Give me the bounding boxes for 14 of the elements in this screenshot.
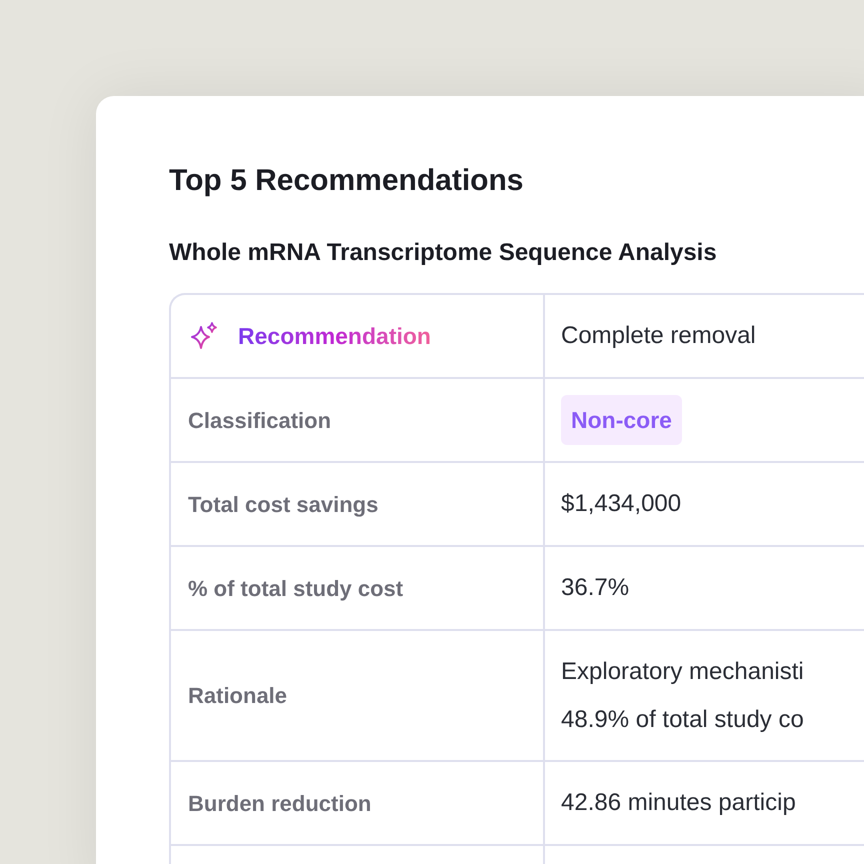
- row-label: % of total study cost: [188, 574, 404, 603]
- section-title: Whole mRNA Transcriptome Sequence Analysis: [169, 238, 718, 268]
- card-title: Top 5 Recommendations: [169, 163, 524, 199]
- row-value: Complete removal: [561, 321, 756, 351]
- classification-tag: Non-core: [561, 394, 682, 446]
- row-label: Rationale: [188, 682, 288, 710]
- row-label: Burden reduction: [188, 790, 372, 818]
- row-value: 48.9% of total study co: [561, 704, 804, 734]
- row-value: Exploratory mechanisti: [561, 656, 804, 686]
- row-value: 36.7%: [561, 573, 630, 603]
- row-label: Total cost savings: [188, 490, 378, 519]
- row-value: 42.86 minutes particip: [561, 788, 796, 818]
- row-label: Classification: [188, 406, 332, 434]
- row-value: $1,434,000: [561, 489, 682, 519]
